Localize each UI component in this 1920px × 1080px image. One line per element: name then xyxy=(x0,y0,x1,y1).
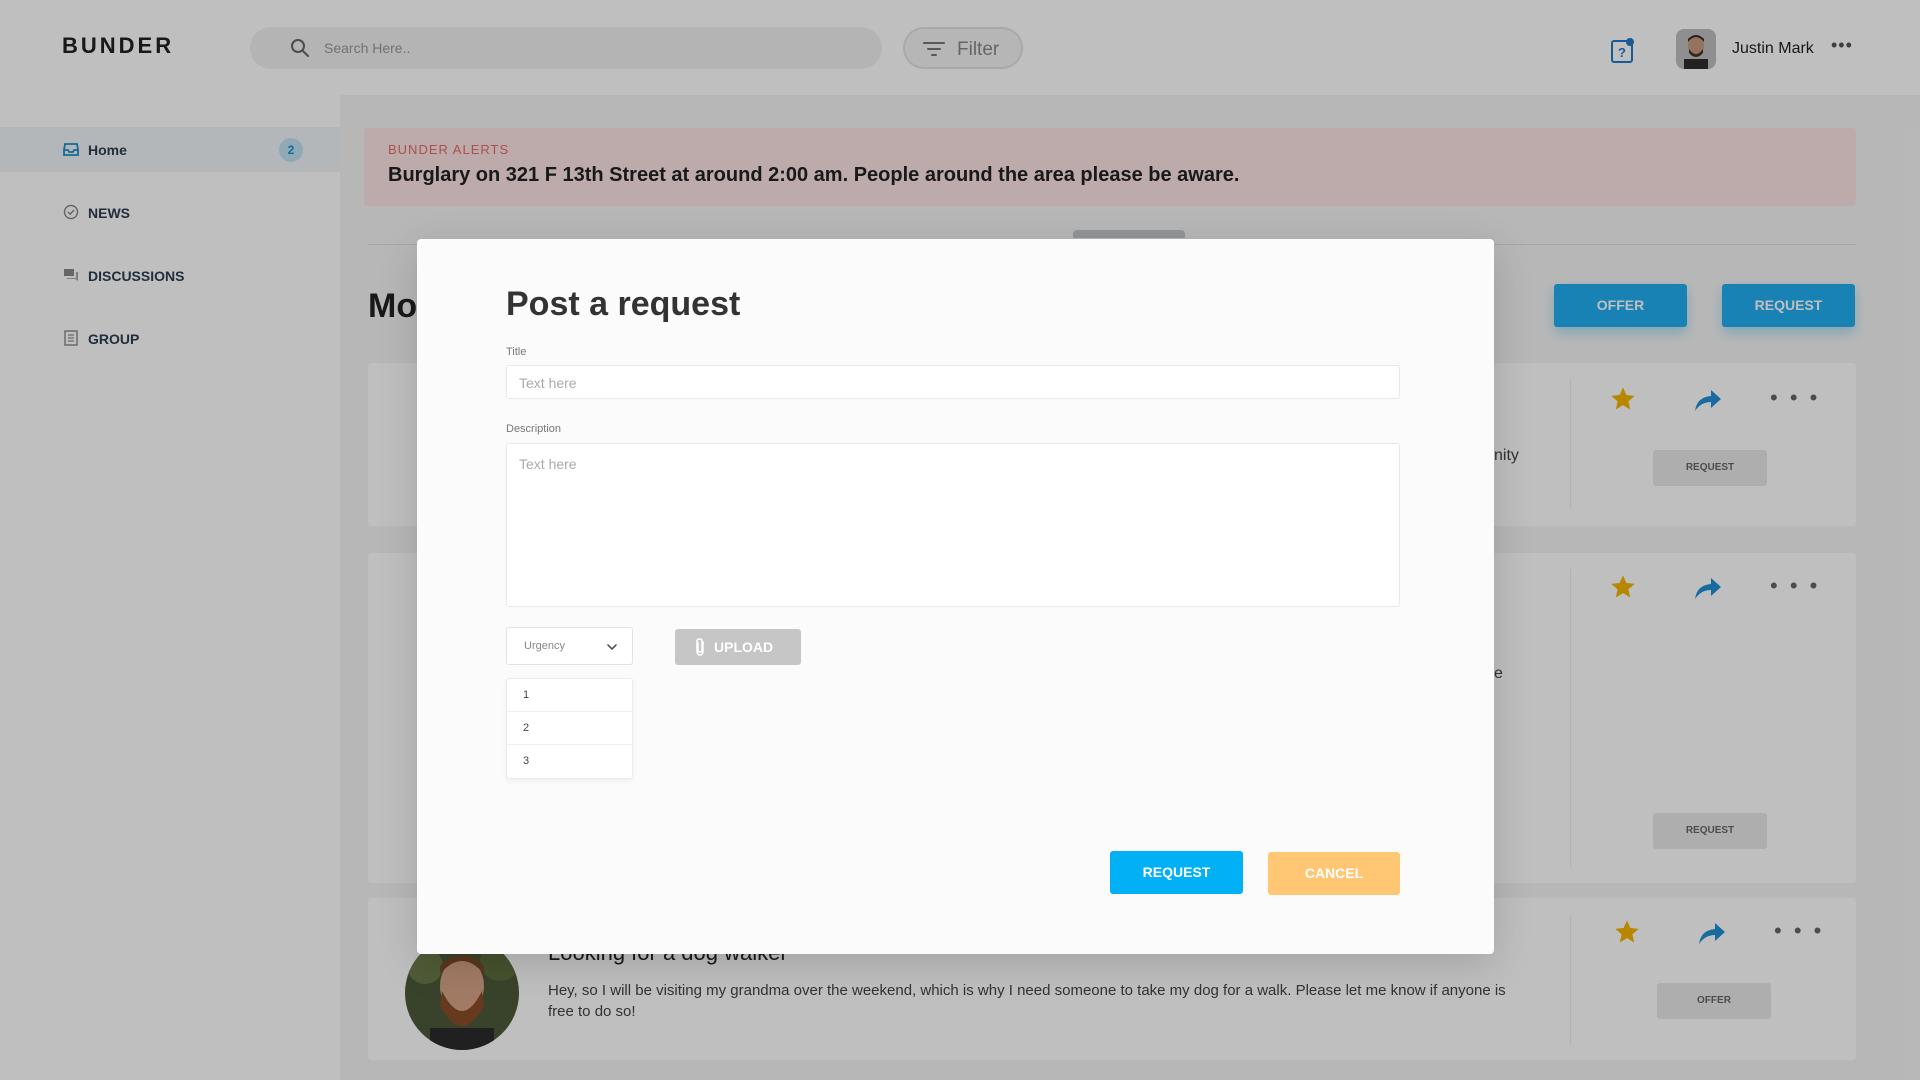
title-input[interactable]: Text here xyxy=(506,365,1400,399)
chevron-down-icon xyxy=(607,644,617,651)
description-placeholder: Text here xyxy=(519,456,577,472)
title-field-label: Title xyxy=(506,346,527,358)
urgency-option[interactable]: 3 xyxy=(507,745,632,778)
modal-title: Post a request xyxy=(506,285,741,323)
upload-label: UPLOAD xyxy=(714,639,774,655)
upload-button[interactable]: UPLOAD xyxy=(675,629,801,665)
description-textarea[interactable]: Text here xyxy=(506,443,1400,607)
description-field-label: Description xyxy=(506,423,562,435)
paperclip-icon xyxy=(696,638,704,656)
urgency-options-list: 1 2 3 xyxy=(506,678,633,779)
urgency-option[interactable]: 1 xyxy=(507,679,632,712)
title-input-placeholder: Text here xyxy=(519,375,577,391)
submit-request-button[interactable]: REQUEST xyxy=(1110,851,1243,894)
post-request-modal: Post a request Title Text here Descripti… xyxy=(417,239,1494,954)
urgency-option[interactable]: 2 xyxy=(507,712,632,745)
cancel-button[interactable]: CANCEL xyxy=(1268,852,1400,895)
urgency-select-value: Urgency xyxy=(524,640,565,652)
urgency-select[interactable]: Urgency xyxy=(506,627,633,665)
